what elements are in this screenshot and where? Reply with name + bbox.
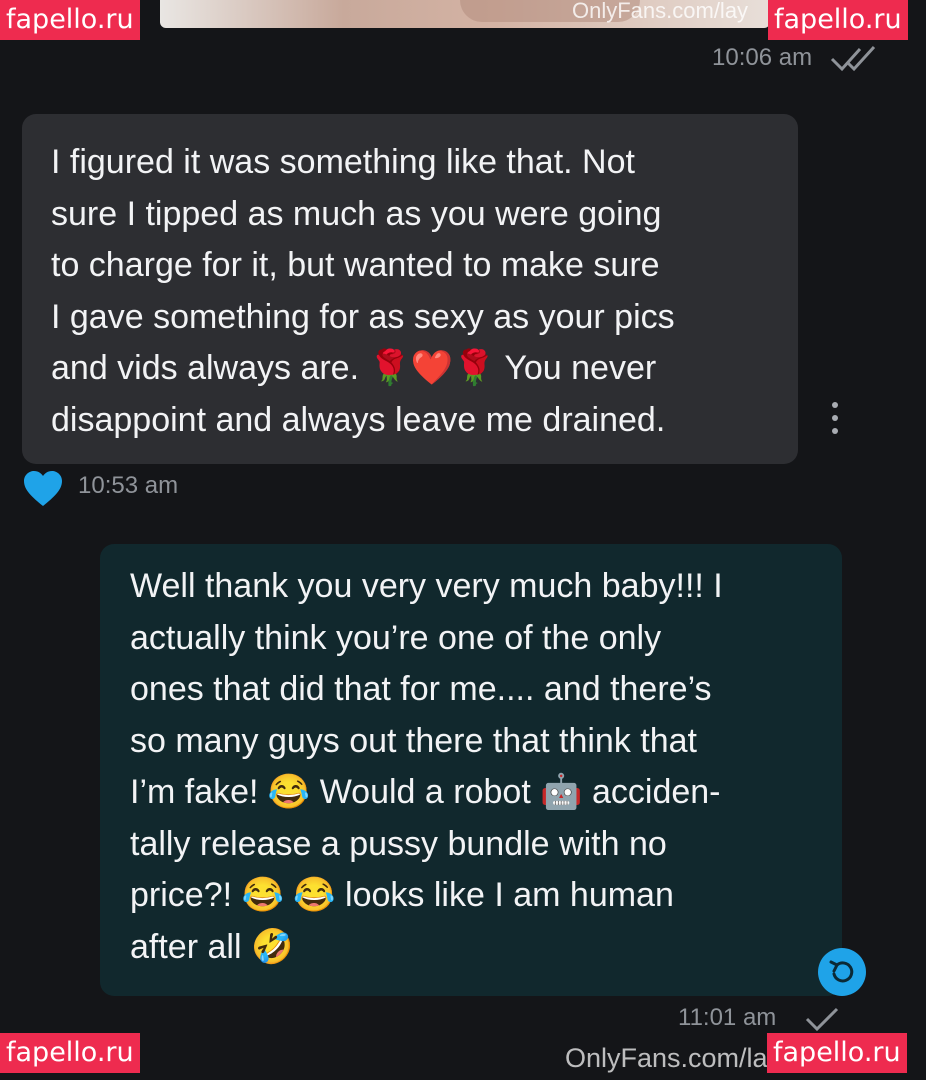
menu-dot [832,402,838,408]
check-icon [805,1007,839,1032]
menu-dot [832,415,838,421]
message-text-line: after all 🤣 [130,927,294,966]
message-text-line: tally release a pussy bundle with no [130,824,667,863]
replay-button[interactable] [818,948,866,996]
message-text-line: to charge for it, but wanted to make sur… [51,246,660,284]
double-check-icon [830,45,876,72]
message-timestamp: 10:53 am [78,472,179,499]
watermark-badge: fapello.ru [0,1033,140,1073]
message-text-line: disappoint and always leave me drained. [51,400,666,439]
outgoing-message-bubble[interactable]: Well thank you very very much baby!!! I … [100,544,842,996]
watermark-badge: fapello.ru [767,1033,907,1073]
more-vertical-icon[interactable] [826,402,844,436]
chat-screen: OnlyFans.com/lay 10:06 am I figured it w… [0,0,926,1080]
message-text-line: I figured it was something like that. No… [51,143,635,181]
replay-icon [829,960,854,983]
message-text-line: price?! 😂 😂 looks like I am human [130,876,674,914]
message-text-line: sure I tipped as much as you were going [51,194,662,233]
watermark-badge: fapello.ru [768,0,908,40]
message-text-line: I’m fake! 😂 Would a robot 🤖 acciden- [130,773,721,811]
menu-dot [832,428,838,434]
message-text-line: I gave something for as sexy as your pic… [51,297,675,336]
heart-icon[interactable] [22,470,64,508]
message-text-line: so many guys out there that think that [130,721,697,760]
watermark-badge: fapello.ru [0,0,140,40]
message-text-line: actually think you’re one of the only [130,618,662,657]
incoming-message-bubble[interactable]: I figured it was something like that. No… [22,114,798,464]
message-text-line: ones that did that for me.... and there’… [130,670,712,708]
site-watermark-top: OnlyFans.com/lay [572,0,749,23]
site-watermark-bottom: OnlyFans.com/la [565,1043,768,1073]
message-timestamp: 10:06 am [712,44,813,71]
message-timestamp: 11:01 am [678,1004,777,1031]
message-text-line: and vids always are. 🌹❤️🌹 You never [51,349,657,387]
message-text-line: Well thank you very very much baby!!! I [130,567,723,605]
